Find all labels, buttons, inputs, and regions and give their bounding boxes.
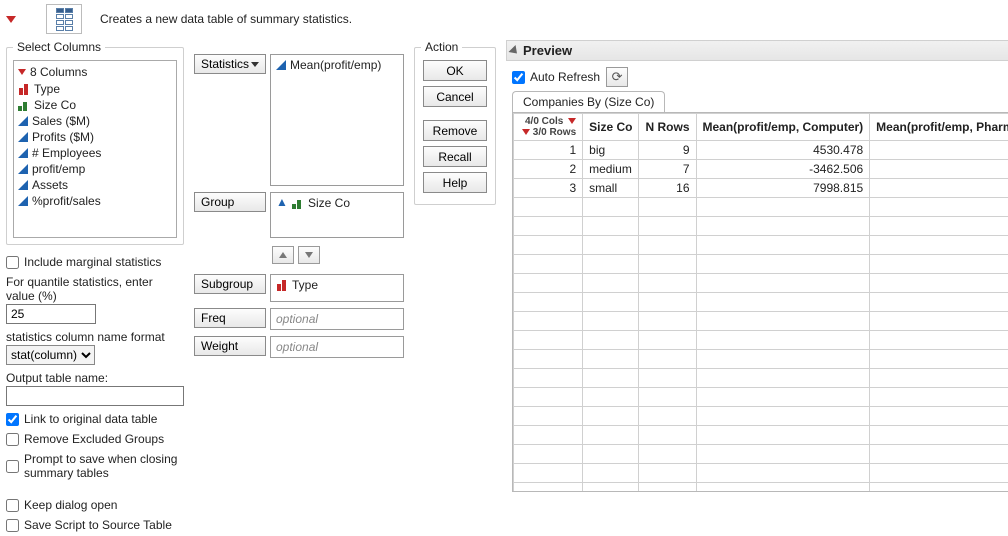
freq-box[interactable]: optional bbox=[270, 308, 404, 330]
continuous-icon bbox=[18, 196, 28, 206]
col-header[interactable]: Mean(profit/emp, Computer) bbox=[696, 114, 870, 141]
output-name-input[interactable] bbox=[6, 386, 184, 406]
ordinal-icon bbox=[292, 197, 304, 209]
nominal-icon bbox=[276, 279, 288, 291]
link-original-checkbox[interactable]: Link to original data table bbox=[6, 412, 184, 426]
freq-button[interactable]: Freq bbox=[194, 308, 266, 328]
cancel-button[interactable]: Cancel bbox=[423, 86, 487, 107]
continuous-icon bbox=[18, 132, 28, 142]
refresh-button[interactable]: ⟳ bbox=[606, 67, 628, 87]
list-item[interactable]: # Employees bbox=[18, 145, 172, 161]
chevron-down-icon bbox=[251, 62, 259, 67]
list-item[interactable]: %profit/sales bbox=[18, 193, 172, 209]
continuous-icon bbox=[18, 148, 28, 158]
continuous-icon bbox=[18, 116, 28, 126]
columns-menu-dropdown[interactable] bbox=[18, 69, 26, 75]
action-group: Action OK Cancel Remove Recall Help bbox=[414, 40, 496, 205]
list-item[interactable]: profit/emp bbox=[18, 161, 172, 177]
preview-title: Preview bbox=[523, 43, 572, 58]
help-button[interactable]: Help bbox=[423, 172, 487, 193]
move-up-button[interactable] bbox=[272, 246, 294, 264]
group-button[interactable]: Group bbox=[194, 192, 266, 212]
preview-table-wrap[interactable]: 4/0 Cols 3/0 Rows Size Co N Rows Mean(pr… bbox=[512, 112, 1008, 492]
cols-menu-dropdown[interactable] bbox=[568, 118, 576, 124]
auto-refresh-checkbox[interactable]: Auto Refresh bbox=[512, 70, 600, 84]
rows-menu-dropdown[interactable] bbox=[522, 129, 530, 135]
list-item[interactable]: Size Co bbox=[18, 97, 172, 113]
quantile-input[interactable] bbox=[6, 304, 96, 324]
ordinal-icon bbox=[18, 99, 30, 111]
col-header[interactable]: Mean(profit/emp, Pharmaceutical) bbox=[870, 114, 1008, 141]
quantile-label: For quantile statistics, enter value (%) bbox=[6, 275, 184, 303]
include-marginal-checkbox[interactable]: Include marginal statistics bbox=[6, 255, 184, 269]
continuous-icon bbox=[276, 60, 286, 70]
disclosure-icon[interactable] bbox=[508, 44, 520, 56]
remove-button[interactable]: Remove bbox=[423, 120, 487, 141]
recall-button[interactable]: Recall bbox=[423, 146, 487, 167]
keep-open-checkbox[interactable]: Keep dialog open bbox=[6, 498, 184, 512]
prompt-save-checkbox[interactable]: Prompt to save when closing summary tabl… bbox=[6, 452, 184, 480]
stat-format-select[interactable]: stat(column) bbox=[6, 345, 95, 365]
group-box[interactable]: ▲ Size Co bbox=[270, 192, 404, 238]
main-menu-dropdown[interactable] bbox=[6, 16, 16, 23]
weight-button[interactable]: Weight bbox=[194, 336, 266, 356]
select-columns-legend: Select Columns bbox=[13, 40, 105, 54]
list-item[interactable]: Assets bbox=[18, 177, 172, 193]
list-item[interactable]: Profits ($M) bbox=[18, 129, 172, 145]
remove-excluded-checkbox[interactable]: Remove Excluded Groups bbox=[6, 432, 184, 446]
list-item[interactable]: Type bbox=[18, 81, 172, 97]
tabulate-icon bbox=[46, 4, 82, 34]
ok-button[interactable]: OK bbox=[423, 60, 487, 81]
col-header[interactable]: Size Co bbox=[583, 114, 639, 141]
statistics-button[interactable]: Statistics bbox=[194, 54, 266, 74]
preview-table: 4/0 Cols 3/0 Rows Size Co N Rows Mean(pr… bbox=[513, 113, 1008, 492]
move-down-button[interactable] bbox=[298, 246, 320, 264]
subgroup-button[interactable]: Subgroup bbox=[194, 274, 266, 294]
refresh-icon: ⟳ bbox=[612, 69, 623, 85]
continuous-icon bbox=[18, 164, 28, 174]
action-legend: Action bbox=[421, 40, 462, 54]
stat-format-label: statistics column name format bbox=[6, 330, 184, 344]
means-icon: ▲ bbox=[276, 197, 288, 209]
table-corner[interactable]: 4/0 Cols 3/0 Rows bbox=[514, 114, 583, 141]
weight-box[interactable]: optional bbox=[270, 336, 404, 358]
subgroup-box[interactable]: Type bbox=[270, 274, 404, 302]
columns-listbox[interactable]: 8 Columns Type Size Co Sales ($M) Profit… bbox=[13, 60, 177, 238]
continuous-icon bbox=[18, 180, 28, 190]
preview-tab[interactable]: Companies By (Size Co) bbox=[512, 91, 665, 112]
output-name-label: Output table name: bbox=[6, 371, 184, 385]
table-row[interactable]: 1 big 9 4530.478 17140.699 bbox=[514, 141, 1008, 160]
select-columns-group: Select Columns 8 Columns Type Size Co Sa… bbox=[6, 40, 184, 245]
statistics-box[interactable]: Mean(profit/emp) bbox=[270, 54, 404, 186]
columns-count: 8 Columns bbox=[30, 65, 87, 79]
table-row[interactable]: 2 medium 7 -3462.506 24035.115 bbox=[514, 160, 1008, 179]
list-item[interactable]: Sales ($M) bbox=[18, 113, 172, 129]
col-header[interactable]: N Rows bbox=[639, 114, 696, 141]
dialog-description: Creates a new data table of summary stat… bbox=[100, 12, 352, 26]
table-row[interactable]: 3 small 16 7998.815 38337.191 bbox=[514, 179, 1008, 198]
nominal-icon bbox=[18, 83, 30, 95]
